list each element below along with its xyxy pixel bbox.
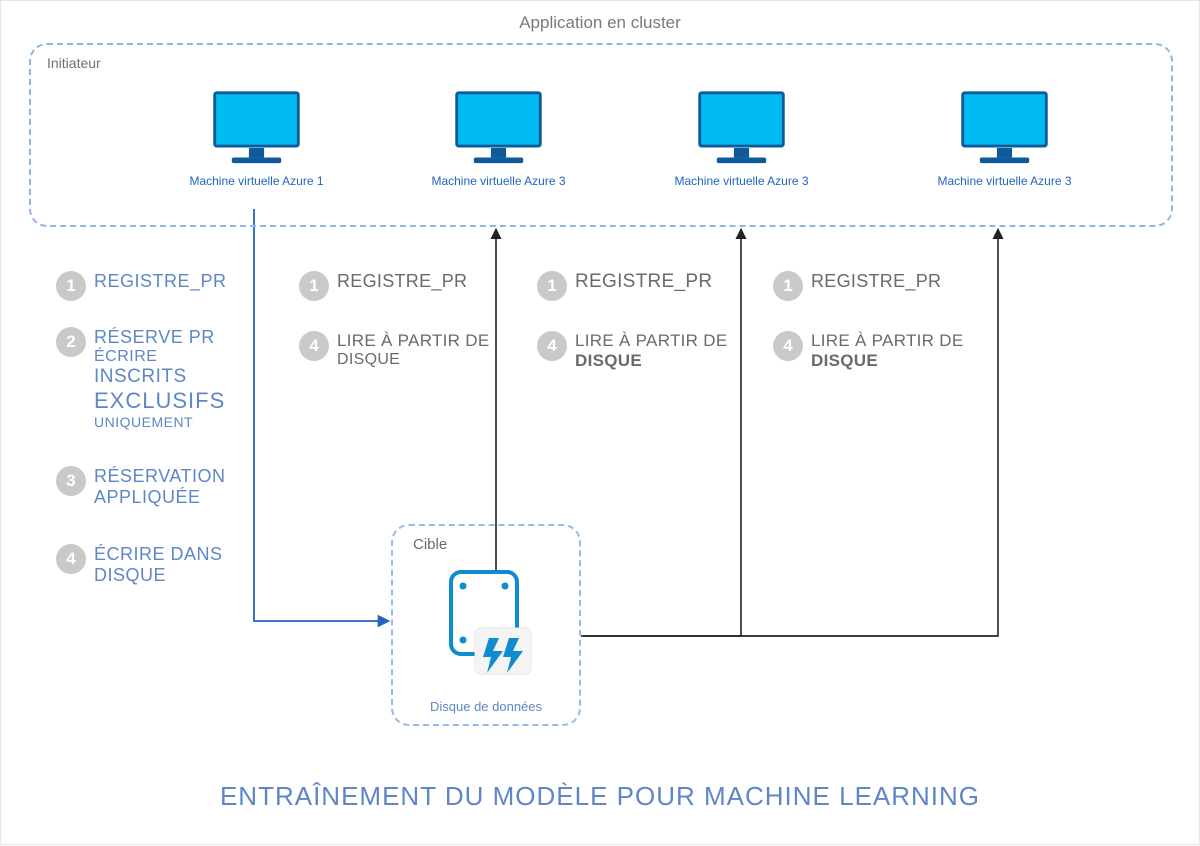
diagram-title: ENTRAÎNEMENT DU MODÈLE POUR MACHINE LEAR… (1, 781, 1199, 812)
step-4: 4 LIRE À PARTIR DE DISQUE (299, 331, 509, 369)
cible-label: Cible (413, 536, 447, 553)
step-1: 1 REGISTRE_PR (773, 271, 983, 301)
step-text: LIRE À PARTIR DE DISQUE (811, 331, 964, 371)
vm-3: Machine virtuelle Azure 3 (694, 89, 789, 172)
vm-4: Machine virtuelle Azure 3 (957, 89, 1052, 172)
steps-column-4: 1 REGISTRE_PR 4 LIRE À PARTIR DE DISQUE (773, 271, 983, 401)
step-3: 3 RÉSERVATION APPLIQUÉE (56, 466, 256, 508)
step-4: 4 LIRE À PARTIR DE DISQUE (537, 331, 747, 371)
app-title: Application en cluster (1, 13, 1199, 33)
step-badge: 1 (537, 271, 567, 301)
step-text: ÉCRIRE DANS DISQUE (94, 544, 223, 586)
step-text: LIRE À PARTIR DE DISQUE (575, 331, 728, 371)
step-badge: 4 (299, 331, 329, 361)
initiator-container: Initiateur Machine virtuelle Azure 1 Mac… (29, 43, 1173, 227)
step-badge: 2 (56, 327, 86, 357)
data-disk-icon (431, 566, 541, 686)
step-text: LIRE À PARTIR DE DISQUE (337, 331, 490, 369)
monitor-icon (694, 89, 789, 167)
step-1: 1 REGISTRE_PR (537, 271, 747, 301)
steps-column-1: 1 REGISTRE_PR 2 RÉSERVE PR ÉCRIRE INSCRI… (56, 271, 256, 586)
vm-label: Machine virtuelle Azure 3 (431, 174, 565, 188)
step-4: 4 ÉCRIRE DANS DISQUE (56, 544, 256, 586)
step-text: REGISTRE_PR (811, 271, 941, 292)
step-text: RÉSERVE PR ÉCRIRE INSCRITS EXCLUSIFS UNI… (94, 327, 225, 430)
step-badge: 4 (773, 331, 803, 361)
step-badge: 1 (773, 271, 803, 301)
steps-column-3: 1 REGISTRE_PR 4 LIRE À PARTIR DE DISQUE (537, 271, 747, 401)
vm-label: Machine virtuelle Azure 3 (937, 174, 1071, 188)
vm-2: Machine virtuelle Azure 3 (451, 89, 546, 172)
step-text: REGISTRE_PR (575, 271, 712, 293)
step-text: REGISTRE_PR (94, 271, 227, 292)
step-1: 1 REGISTRE_PR (299, 271, 509, 301)
step-4: 4 LIRE À PARTIR DE DISQUE (773, 331, 983, 371)
steps-column-2: 1 REGISTRE_PR 4 LIRE À PARTIR DE DISQUE (299, 271, 509, 399)
initiator-label: Initiateur (47, 55, 101, 71)
vm-label: Machine virtuelle Azure 3 (674, 174, 808, 188)
vm-1: Machine virtuelle Azure 1 (209, 89, 304, 172)
step-text: REGISTRE_PR (337, 271, 467, 292)
step-2: 2 RÉSERVE PR ÉCRIRE INSCRITS EXCLUSIFS U… (56, 327, 256, 430)
monitor-icon (957, 89, 1052, 167)
step-1: 1 REGISTRE_PR (56, 271, 256, 301)
step-badge: 4 (56, 544, 86, 574)
vm-label: Machine virtuelle Azure 1 (189, 174, 323, 188)
step-badge: 3 (56, 466, 86, 496)
monitor-icon (451, 89, 546, 167)
step-text: RÉSERVATION APPLIQUÉE (94, 466, 226, 508)
step-badge: 1 (56, 271, 86, 301)
step-badge: 1 (299, 271, 329, 301)
step-badge: 4 (537, 331, 567, 361)
cible-container: Cible Disque de données (391, 524, 581, 726)
monitor-icon (209, 89, 304, 167)
disk-label: Disque de données (393, 699, 579, 714)
